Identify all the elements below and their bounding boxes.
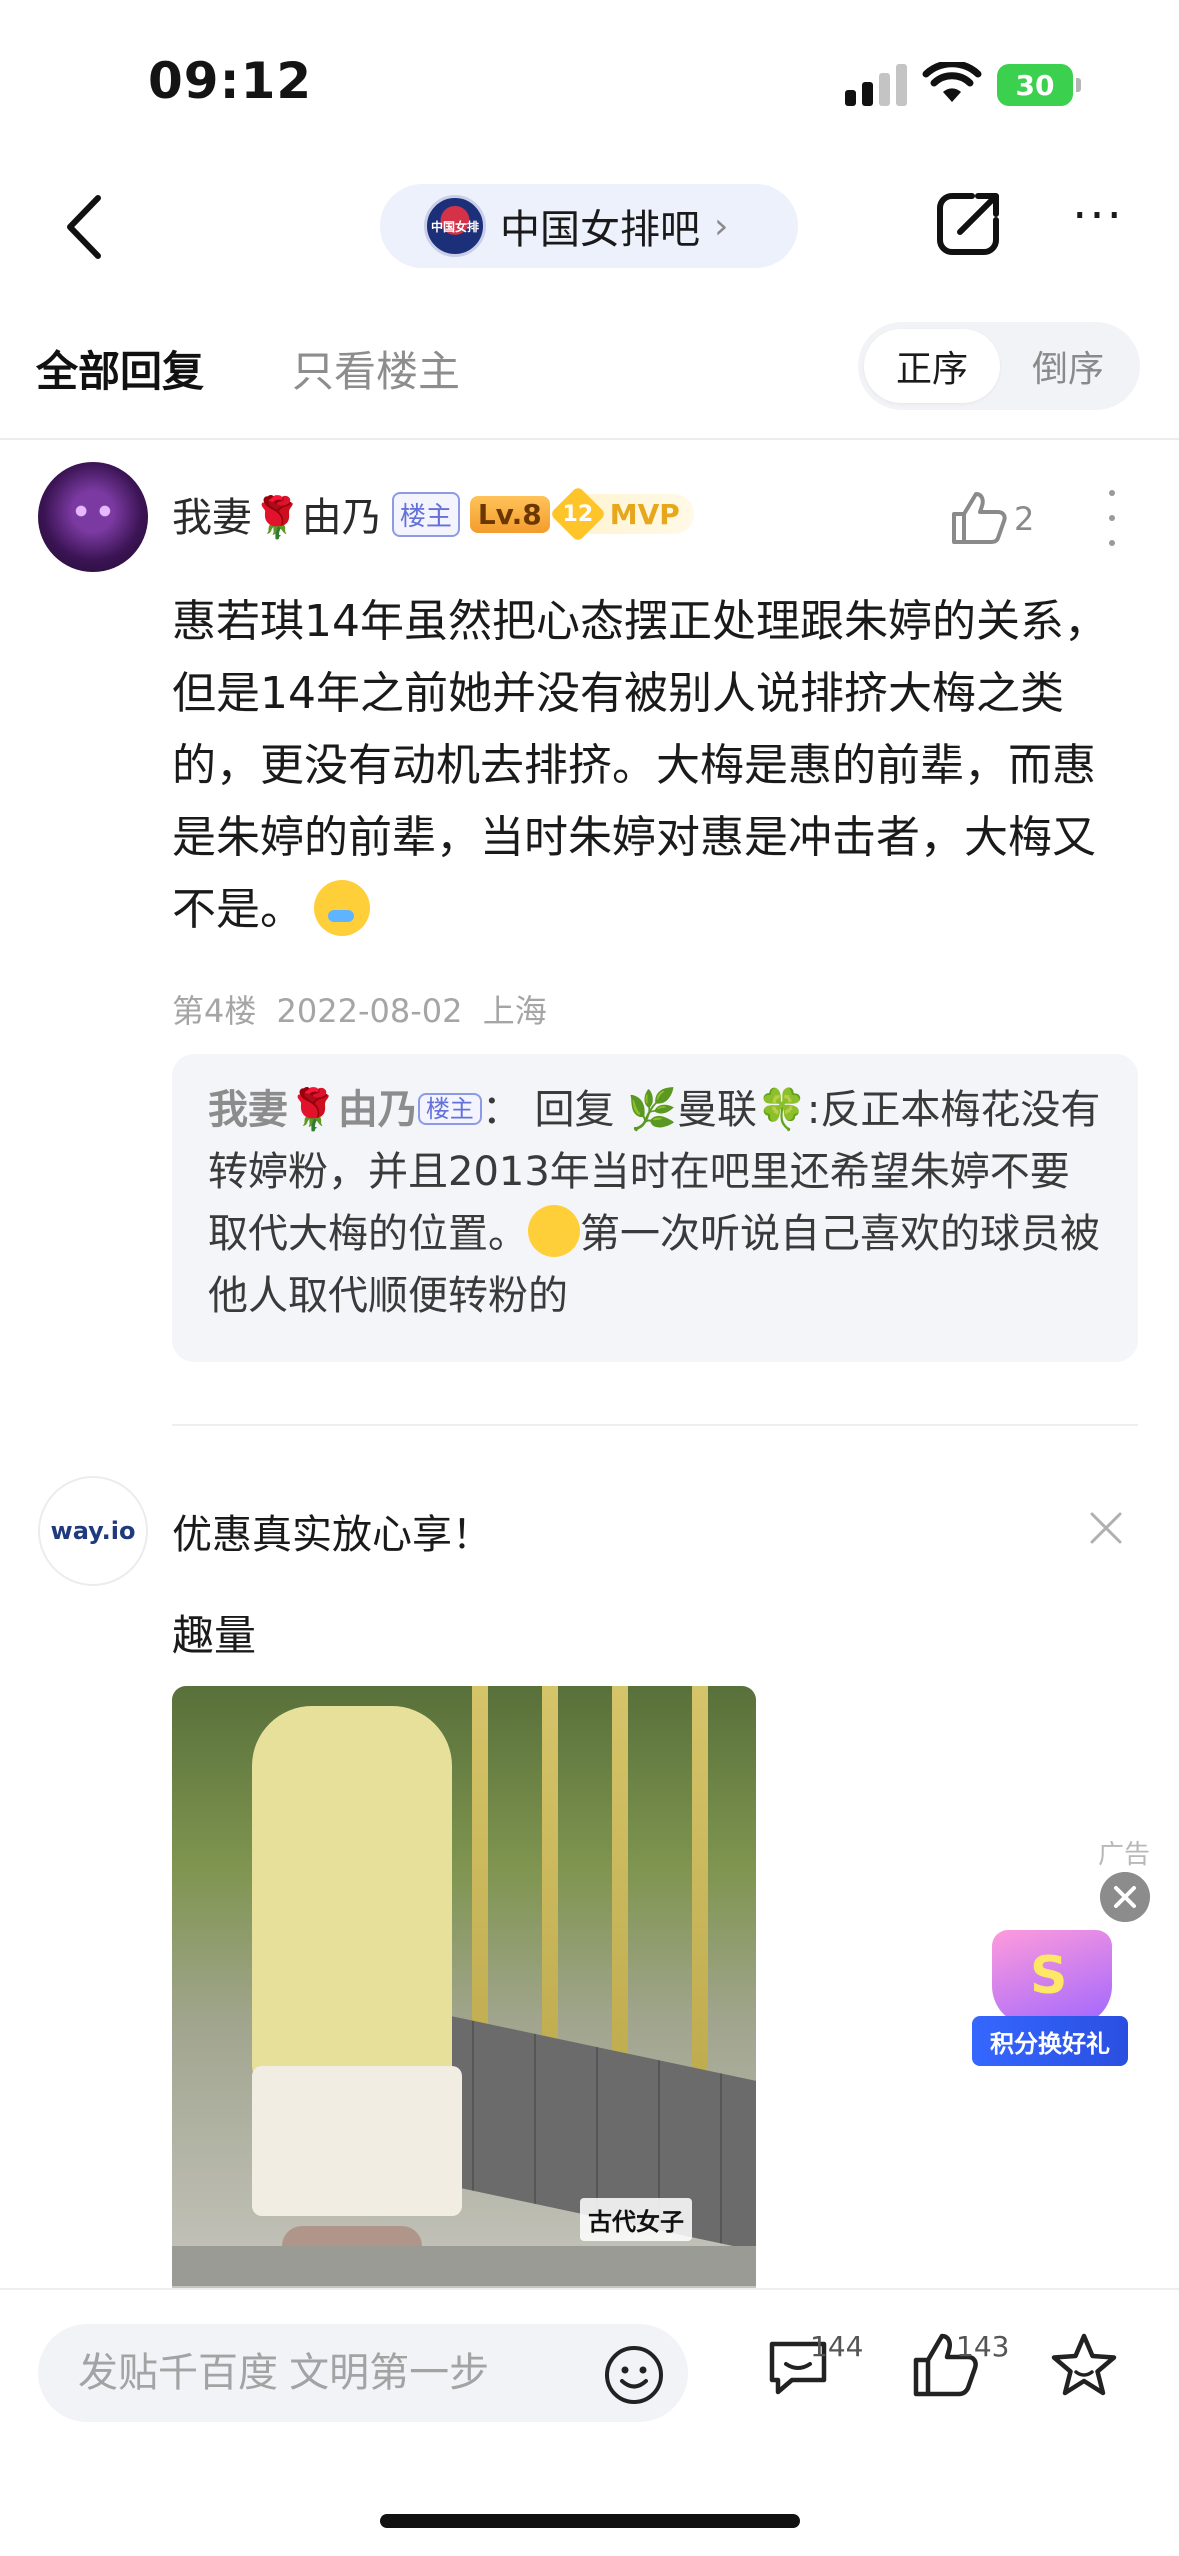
ad-image-caption: 古代女子	[580, 2198, 692, 2241]
tab-all-replies[interactable]: 全部回复	[36, 338, 204, 399]
ad-image-second[interactable]	[172, 2246, 756, 2286]
wifi-icon	[922, 62, 982, 102]
author-name[interactable]: 我妻🌹由乃	[172, 485, 382, 543]
reply-colon: ：	[481, 1087, 522, 1133]
reply-word: 回复	[534, 1087, 615, 1133]
mvp-badge: 12 MVP	[549, 485, 694, 543]
close-icon[interactable]	[1100, 1872, 1150, 1922]
promo-label: 积分换好礼	[972, 2016, 1128, 2066]
sort-descending-button[interactable]: 倒序	[1000, 329, 1136, 403]
mvp-label: MVP	[609, 497, 680, 531]
close-icon[interactable]	[1088, 1510, 1124, 1546]
op-badge: 楼主	[391, 491, 460, 537]
emoji-icon[interactable]	[603, 2344, 665, 2406]
thumbs-up-icon[interactable]	[948, 490, 1008, 546]
sort-toggle: 正序 倒序	[858, 322, 1140, 410]
post-date: 2022-08-02	[276, 992, 463, 1030]
ad-logo[interactable]: way.io	[38, 1476, 148, 1586]
ad-image[interactable]: 古代女子	[172, 1686, 756, 2298]
level-badge: Lv.8	[469, 495, 550, 533]
author-row: 我妻🌹由乃 楼主 Lv.8 12 MVP	[172, 482, 694, 546]
post-text: 惠若琪14年虽然把心态摆正处理跟朱婷的关系，但是14年之前她并没有被别人说排挤大…	[172, 596, 1108, 935]
op-badge: 楼主	[417, 1093, 482, 1125]
reply-target[interactable]: 曼联	[677, 1087, 757, 1133]
home-indicator	[380, 2514, 800, 2528]
divider	[172, 1424, 1138, 1426]
ad-label: 广告	[1098, 1840, 1151, 1870]
ad-brand[interactable]: 趣量	[172, 1602, 256, 1663]
post-more-icon[interactable]	[1104, 490, 1120, 546]
leaf-icon: 🌿	[627, 1087, 678, 1133]
post-meta: 第4楼 2022-08-02 上海	[172, 986, 547, 1032]
post-location: 上海	[482, 992, 547, 1030]
share-icon[interactable]	[932, 188, 1004, 260]
status-bar: 09:12 30	[0, 0, 1179, 170]
status-time: 09:12	[148, 52, 313, 110]
reply-author[interactable]: 我妻🌹由乃	[208, 1087, 418, 1133]
reward-icon	[992, 1930, 1112, 2026]
tab-op-only[interactable]: 只看楼主	[292, 338, 460, 399]
more-options-button[interactable]: ···	[1062, 192, 1134, 256]
points-reward-float-button[interactable]: 积分换好礼	[972, 1930, 1128, 2070]
star-icon[interactable]	[1048, 2330, 1120, 2402]
battery-indicator: 30	[997, 64, 1081, 106]
sneeze-emoji-icon	[314, 880, 370, 936]
avatar[interactable]	[38, 462, 148, 572]
sort-ascending-button[interactable]: 正序	[864, 329, 1000, 403]
compose-box[interactable]	[38, 2324, 688, 2422]
chevron-right-icon: ›	[714, 205, 729, 247]
post-like-count: 2	[1014, 500, 1035, 538]
floor-number: 第4楼	[172, 992, 257, 1030]
ad-title[interactable]: 优惠真实放心享！	[172, 1502, 492, 1560]
mvp-level-icon: 12	[549, 485, 607, 543]
forum-logo: 中国女排	[424, 195, 486, 257]
back-arrow-icon[interactable]	[60, 190, 110, 264]
clover-icon: 🍀	[757, 1087, 807, 1133]
post-body: 惠若琪14年虽然把心态摆正处理跟朱婷的关系，但是14年之前她并没有被别人说排挤大…	[172, 586, 1112, 946]
forum-name-button[interactable]: 中国女排 中国女排吧 ›	[380, 184, 798, 268]
compose-input[interactable]	[78, 2346, 578, 2400]
comment-count: 144	[810, 2330, 864, 2363]
thinking-emoji-icon	[528, 1205, 580, 1257]
rose-icon: 🌹	[288, 1087, 338, 1133]
nested-reply[interactable]: 我妻🌹由乃 楼主： 回复 🌿曼联🍀:反正本梅花没有转婷粉，并且2013年当时在吧里…	[172, 1054, 1138, 1362]
like-count: 143	[956, 2330, 1010, 2363]
divider	[0, 438, 1179, 440]
cellular-signal-icon	[845, 64, 907, 106]
forum-name: 中国女排吧	[500, 207, 700, 253]
